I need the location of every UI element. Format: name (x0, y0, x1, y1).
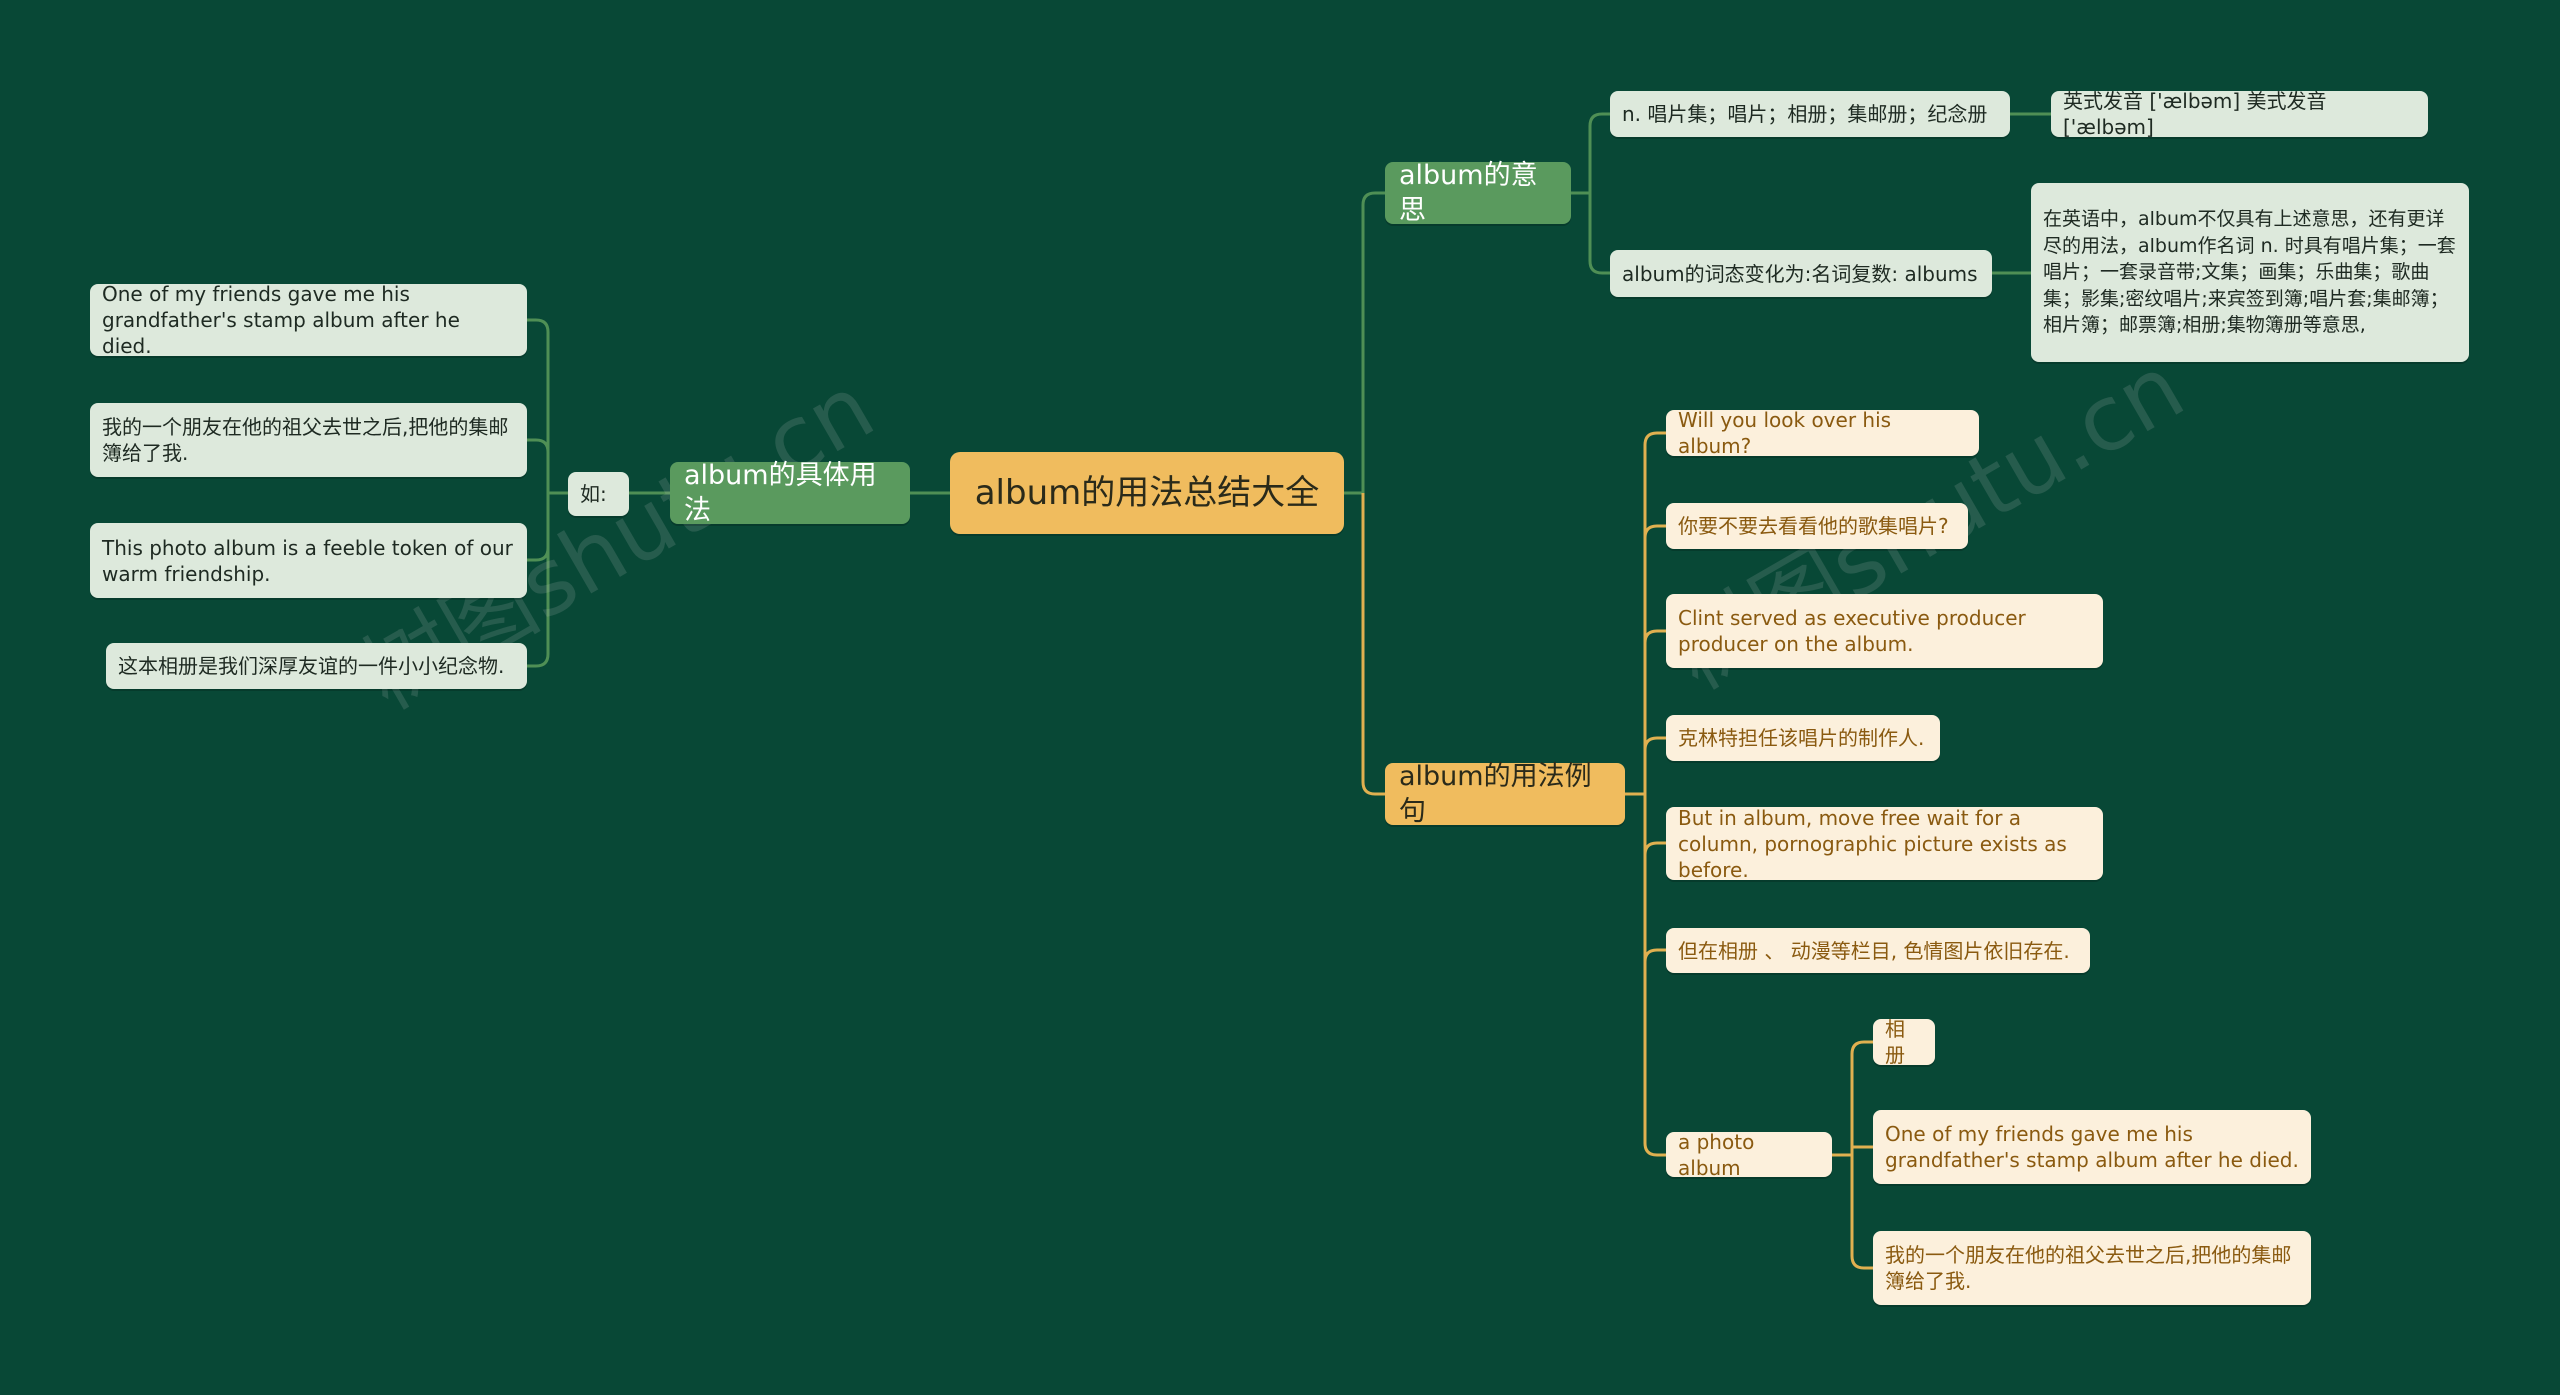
photo-album-child[interactable]: One of my friends gave me his grandfathe… (1873, 1110, 2311, 1184)
meaning-pronunciation[interactable]: 英式发音 ['ælbəm] 美式发音 ['ælbəm] (2051, 89, 2428, 139)
meaning-detail[interactable]: 在英语中，album不仅具有上述意思，还有更详尽的用法，album作名词 n. … (2031, 183, 2469, 362)
example-photo-album[interactable]: a photo album (1666, 1130, 1832, 1180)
photo-album-child[interactable]: 我的一个朋友在他的祖父去世之后,把他的集邮簿给了我. (1873, 1231, 2311, 1305)
meaning-inflection[interactable]: album的词态变化为:名词复数: albums (1610, 250, 1992, 297)
branch-examples[interactable]: album的用法例句 (1385, 761, 1625, 827)
root-topic[interactable]: album的用法总结大全 (950, 452, 1344, 534)
usage-item[interactable]: 我的一个朋友在他的祖父去世之后,把他的集邮簿给了我. (90, 403, 527, 477)
branch-usage[interactable]: album的具体用法 (670, 460, 910, 526)
photo-album-child[interactable]: 相册 (1873, 1017, 1935, 1067)
meaning-definition[interactable]: n. 唱片集；唱片；相册；集邮册；纪念册 (1610, 91, 2010, 137)
example-item[interactable]: Will you look over his album? (1666, 408, 1979, 458)
example-item[interactable]: Clint served as executive producer produ… (1666, 594, 2103, 668)
example-item[interactable]: 但在相册 、 动漫等栏目, 色情图片依旧存在. (1666, 928, 2090, 973)
example-item[interactable]: 克林特担任该唱片的制作人. (1666, 715, 1940, 761)
example-item[interactable]: But in album, move free wait for a colum… (1666, 806, 2103, 882)
branch-meaning[interactable]: album的意思 (1385, 160, 1571, 226)
usage-prefix[interactable]: 如: (568, 472, 629, 516)
usage-item[interactable]: 这本相册是我们深厚友谊的一件小小纪念物. (106, 643, 527, 689)
usage-item[interactable]: This photo album is a feeble token of ou… (90, 523, 527, 598)
example-item[interactable]: 你要不要去看看他的歌集唱片? (1666, 503, 1968, 549)
usage-item[interactable]: One of my friends gave me his grandfathe… (90, 282, 527, 358)
